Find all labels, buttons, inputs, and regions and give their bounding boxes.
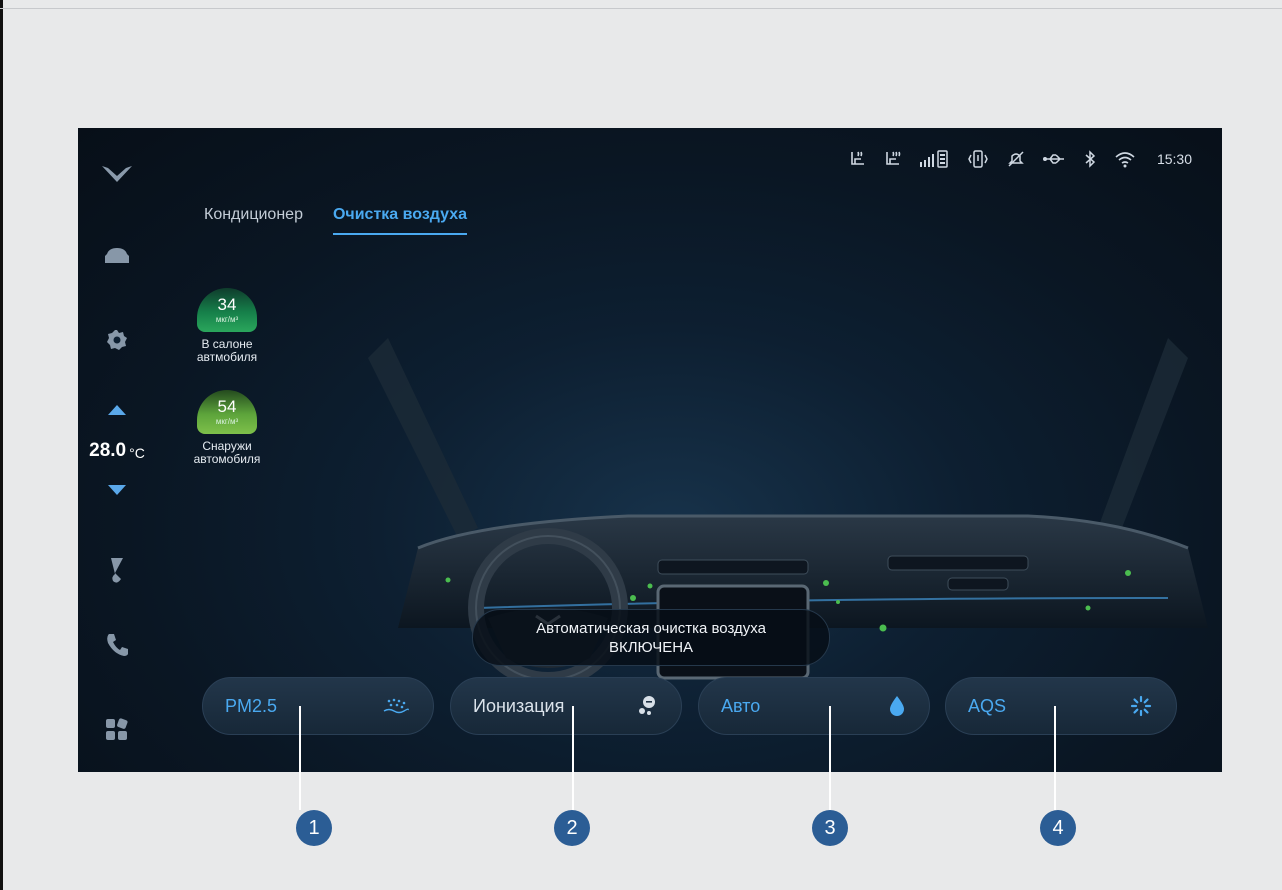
air-quality-outside-gauge: 54 мкг/м³ bbox=[197, 390, 257, 434]
apps-button[interactable] bbox=[78, 710, 156, 750]
mute-icon bbox=[1007, 150, 1025, 168]
air-quality-outside-label-line2: автомобиля bbox=[193, 452, 261, 466]
tab-air-conditioner[interactable]: Кондиционер bbox=[204, 206, 303, 235]
status-bar: 15:30 bbox=[849, 146, 1192, 172]
fan-button[interactable] bbox=[78, 548, 156, 592]
phone-icon bbox=[107, 634, 128, 656]
pm25-label: PM2.5 bbox=[225, 695, 278, 716]
temp-up-button[interactable] bbox=[78, 396, 156, 424]
air-quality-inside-gauge: 34 мкг/м³ bbox=[197, 288, 257, 332]
water-drop-icon bbox=[890, 696, 904, 716]
seat-heat-driver-icon[interactable] bbox=[849, 150, 867, 168]
aqs-sparkle-icon bbox=[1130, 695, 1152, 717]
signal-battery-icon bbox=[919, 150, 949, 168]
temp-up-icon bbox=[108, 405, 126, 415]
ionization-label: Ионизация bbox=[473, 695, 565, 716]
callout-badge-2: 2 bbox=[554, 810, 590, 846]
logo-icon bbox=[102, 166, 132, 182]
usb-icon bbox=[1042, 152, 1066, 166]
aqs-button[interactable]: AQS bbox=[945, 677, 1177, 735]
auto-button[interactable]: Авто bbox=[698, 677, 930, 735]
callout-line-2 bbox=[572, 706, 574, 810]
ionization-icon bbox=[639, 696, 655, 715]
wifi-icon bbox=[1114, 150, 1136, 168]
auto-label: Авто bbox=[721, 695, 761, 716]
bluetooth-icon bbox=[1083, 150, 1097, 168]
callout-badge-1: 1 bbox=[296, 810, 332, 846]
callout-badge-4: 4 bbox=[1040, 810, 1076, 846]
temperature-unit: °C bbox=[129, 444, 145, 461]
fan-icon bbox=[111, 558, 123, 583]
aqs-label: AQS bbox=[968, 695, 1007, 716]
callout-line-1 bbox=[299, 706, 301, 810]
air-quality-outside: 54 мкг/м³ Снаружи автомобиля bbox=[184, 390, 270, 466]
sidebar: 28.0 °C bbox=[78, 128, 158, 772]
air-quality-outside-value: 54 bbox=[217, 397, 237, 416]
auto-purification-status: Автоматическая очистка воздуха ВКЛЮЧЕНА bbox=[472, 609, 830, 666]
settings-icon bbox=[107, 330, 127, 350]
page-divider bbox=[0, 8, 1282, 9]
status-message-line2: ВКЛЮЧЕНА bbox=[608, 638, 694, 656]
status-message-line1: Автоматическая очистка воздуха bbox=[536, 619, 766, 637]
temperature-value: 28.0 bbox=[89, 440, 127, 461]
callout-line-4 bbox=[1054, 706, 1056, 810]
infotainment-screen: 28.0 °C 15:30 Кондиционер Очистка воздух… bbox=[78, 128, 1222, 772]
tab-bar: Кондиционер Очистка воздуха bbox=[204, 206, 468, 235]
pm-particles-icon bbox=[383, 698, 409, 714]
apps-icon bbox=[106, 718, 128, 740]
phone-button[interactable] bbox=[78, 624, 156, 664]
callout-line-3 bbox=[829, 706, 831, 810]
air-quality-outside-unit: мкг/м³ bbox=[215, 417, 239, 426]
page-border bbox=[0, 0, 3, 890]
temperature-display: 28.0 °C bbox=[78, 436, 156, 466]
tab-air-purification[interactable]: Очистка воздуха bbox=[332, 206, 468, 235]
vibration-icon bbox=[966, 150, 990, 168]
car-icon bbox=[105, 248, 129, 263]
temp-down-button[interactable] bbox=[78, 476, 156, 504]
settings-button[interactable] bbox=[78, 320, 156, 360]
callout-badge-3: 3 bbox=[812, 810, 848, 846]
air-quality-inside-label: В салоне автмобиля bbox=[184, 338, 270, 364]
air-quality-inside-value: 34 bbox=[217, 295, 237, 314]
clock: 15:30 bbox=[1156, 151, 1192, 167]
air-quality-inside-unit: мкг/м³ bbox=[215, 315, 239, 324]
seat-heat-passenger-icon[interactable] bbox=[884, 150, 902, 168]
air-quality-inside: 34 мкг/м³ В салоне автмобиля bbox=[184, 288, 270, 364]
car-button[interactable] bbox=[78, 236, 156, 276]
temp-down-icon bbox=[108, 485, 126, 495]
brand-logo bbox=[78, 156, 156, 192]
air-quality-inside-label-line2: автмобиля bbox=[196, 350, 258, 364]
ionization-button[interactable]: Ионизация bbox=[450, 677, 682, 735]
air-quality-outside-label: Снаружи автомобиля bbox=[184, 440, 270, 466]
pm25-button[interactable]: PM2.5 bbox=[202, 677, 434, 735]
